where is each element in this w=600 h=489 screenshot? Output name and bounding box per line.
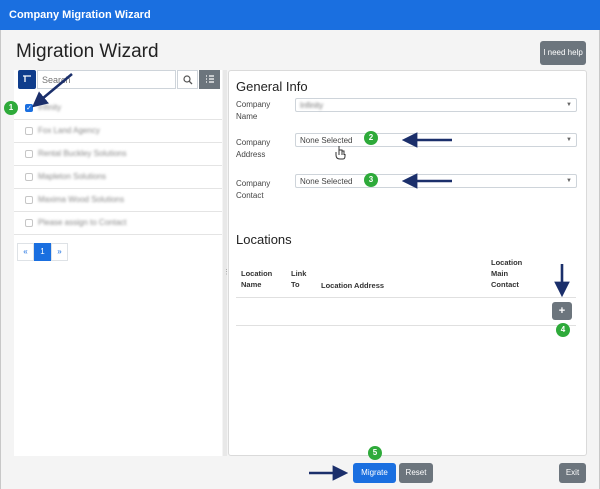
search-icon: [182, 75, 192, 85]
list-item-label: Fox Land Agency: [38, 126, 100, 135]
list-item[interactable]: Rental Buckley Solutions: [14, 143, 222, 166]
chevron-down-icon: ▼: [566, 178, 572, 184]
pagination-prev[interactable]: «: [17, 243, 34, 261]
list-item-label: Rental Buckley Solutions: [38, 149, 127, 158]
page-title: Migration Wizard: [16, 41, 159, 62]
col-link-to: Link To: [291, 269, 307, 289]
list-item-label: Mapleton Solutions: [38, 172, 107, 181]
item-checkbox[interactable]: ✓: [25, 104, 33, 112]
help-button[interactable]: I need help: [540, 41, 586, 65]
list-item[interactable]: ✓ Infinity: [14, 97, 222, 120]
chevron-down-icon: ▼: [566, 137, 572, 143]
list-item[interactable]: Please assign to Contact: [14, 212, 222, 235]
general-info-heading: General Info: [236, 79, 308, 94]
annotation-badge: 5: [368, 446, 382, 460]
pagination-current[interactable]: 1: [34, 243, 51, 261]
details-panel: [228, 70, 587, 456]
pagination: « 1 »: [17, 243, 68, 261]
list-icon: [205, 75, 214, 83]
company-contact-select[interactable]: None Selected ▼: [295, 174, 577, 188]
migrate-button[interactable]: Migrate: [353, 463, 396, 483]
list-item-label: Please assign to Contact: [38, 218, 127, 227]
add-location-button[interactable]: +: [552, 302, 572, 320]
annotation-badge: 3: [364, 173, 378, 187]
company-name-value: Infinity: [300, 101, 324, 110]
company-contact-value: None Selected: [300, 177, 353, 186]
company-address-value: None Selected: [300, 136, 353, 145]
list-item[interactable]: Fox Land Agency: [14, 120, 222, 143]
col-location-main-contact: Location Main Contact: [491, 258, 523, 289]
annotation-badge: 1: [4, 101, 18, 115]
locations-heading: Locations: [236, 232, 292, 247]
window-title: Company Migration Wizard: [0, 0, 600, 30]
list-item-label: Maxima Wood Solutions: [38, 195, 125, 204]
panel-splitter[interactable]: [223, 70, 227, 456]
item-checkbox[interactable]: [25, 150, 33, 158]
table-header-divider: [236, 297, 576, 298]
item-checkbox[interactable]: [25, 173, 33, 181]
splitter-grip-icon: ⋮: [223, 269, 230, 276]
company-name-label: Company Name: [236, 100, 271, 121]
item-checkbox[interactable]: [25, 219, 33, 227]
annotation-badge: 4: [556, 323, 570, 337]
pagination-next[interactable]: »: [51, 243, 68, 261]
reset-button[interactable]: Reset: [399, 463, 433, 483]
filter-icon: [23, 75, 31, 82]
item-checkbox[interactable]: [25, 127, 33, 135]
company-contact-label: Company Contact: [236, 179, 271, 200]
item-checkbox[interactable]: [25, 196, 33, 204]
chevron-down-icon: ▼: [566, 102, 572, 108]
list-view-button[interactable]: [199, 70, 220, 89]
col-location-address: Location Address: [321, 281, 385, 290]
col-location-name: Location Name: [241, 269, 273, 289]
exit-button[interactable]: Exit: [559, 463, 586, 483]
company-address-label: Company Address: [236, 138, 271, 159]
list-item[interactable]: Maxima Wood Solutions: [14, 189, 222, 212]
company-address-select[interactable]: None Selected ▼: [295, 133, 577, 147]
filter-button[interactable]: [18, 70, 36, 89]
search-input[interactable]: [37, 70, 176, 89]
list-item[interactable]: Mapleton Solutions: [14, 166, 222, 189]
annotation-badge: 2: [364, 131, 378, 145]
search-button[interactable]: [177, 70, 198, 89]
list-item-label: Infinity: [38, 103, 62, 112]
table-footer-divider: [236, 325, 576, 326]
company-name-select[interactable]: Infinity ▼: [295, 98, 577, 112]
